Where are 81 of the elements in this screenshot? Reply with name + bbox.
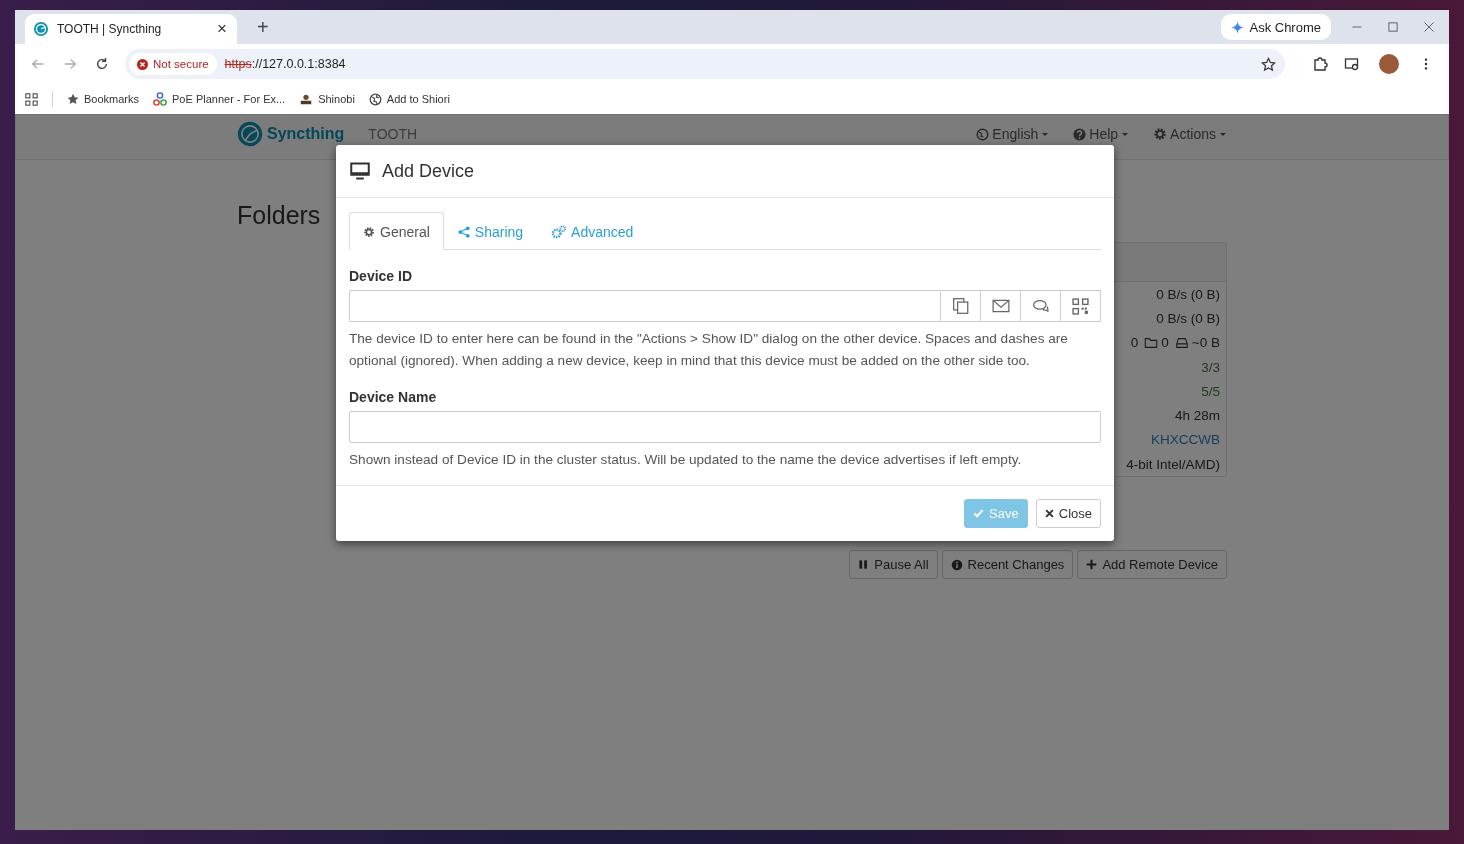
nodes-icon [153,92,168,106]
caret-icon [1121,130,1130,138]
qr-code-button[interactable] [1061,290,1101,322]
nav-menu[interactable]: Actions [1153,126,1227,142]
folder-count: 0 [1161,335,1169,351]
apps-grid-icon [25,92,38,106]
field-label: Device Name [349,389,438,405]
tab-title: TOOTH | Syncthing [57,22,163,36]
gears-icon [551,224,567,240]
tab-close-button[interactable]: × [215,19,229,39]
not-secure-chip[interactable]: Not secure [129,53,217,75]
copy-icon [951,297,970,315]
dialog-tab[interactable]: General [349,212,444,250]
field-label: Device ID [349,268,414,284]
folder-icon [1144,335,1159,350]
status-value: 0 B/s (0 B) [1156,286,1220,302]
dialog-title: Add Device [382,160,475,182]
device-name: TOOTH [368,126,418,142]
forward-arrow-icon [63,57,77,71]
caret-icon [1041,130,1050,138]
bookmark-item[interactable]: PoE Planner - For Ex... [153,92,286,106]
syncthing-logo-icon [33,21,49,37]
silhouette-icon [299,92,314,106]
ask-chrome-button[interactable]: Ask Chrome [1221,14,1331,40]
help-text: The device ID to enter here can be found in the "Actions > Show ID" dialog on the other device. Spaces and dashes are optional (ignored). When adding a new device, keep in mind that this device must be added on the other side too. [349,330,1069,370]
globe-icon [976,127,990,141]
puzzle-icon [1312,56,1328,72]
bookmark-item[interactable]: Shinobi [299,92,355,106]
globe-icon [368,92,382,106]
file-count: 0 [1130,335,1139,351]
address-bar[interactable]: Not secure https://127.0.0.1:8384 [125,49,1285,79]
share-icon [457,226,470,238]
chat-button[interactable] [1021,290,1061,322]
nav-menu[interactable]: English [976,126,1050,142]
close-icon [1423,21,1435,33]
browser-tab[interactable]: TOOTH | Syncthing × [25,14,237,44]
question-icon [1073,127,1087,141]
check-icon [973,507,985,519]
device-action-button[interactable]: Pause All [849,550,938,580]
syncthing-logo-icon [237,121,263,147]
gear-icon [1153,127,1168,141]
close-button[interactable]: Close [1035,498,1101,528]
email-button[interactable] [981,290,1021,322]
caret-icon [1219,130,1227,138]
sparkle-icon [1231,20,1245,34]
nav-menu[interactable]: Help [1073,126,1130,142]
x-icon [1044,508,1054,518]
new-tab-button[interactable]: + [251,15,275,40]
maximize-icon [1387,21,1399,33]
bookmark-item[interactable]: Add to Shiori [368,92,450,106]
help-text: Shown instead of Device ID in the cluster status. Will be updated to the name the device advertises if left empty. [349,451,1023,469]
plus-icon [1086,559,1098,571]
copy-button[interactable] [941,290,981,322]
pause-icon [858,559,870,571]
chat-bubbles-icon [1031,297,1050,315]
gear-icon [363,226,375,238]
info-icon [950,558,963,571]
url-text: https://127.0.0.1:8384 [224,57,347,71]
device-id-input[interactable] [349,290,941,322]
device-action-button[interactable]: Recent Changes [941,550,1074,580]
envelope-icon [991,297,1010,315]
back-arrow-icon [31,57,45,71]
status-value: 5/5 [1201,383,1220,399]
status-value: 0 B/s (0 B) [1156,310,1220,326]
status-value: 3/3 [1201,359,1220,375]
star-icon [1260,56,1276,72]
status-value: 4h 28m [1174,408,1220,424]
screen-search-icon [1344,56,1360,72]
bookmark-item[interactable]: Bookmarks [67,93,140,105]
error-icon [137,58,148,70]
drive-icon [1174,335,1189,350]
qr-code-icon [1072,297,1089,315]
monitor-icon [350,161,370,181]
folders-heading: Folders [237,201,321,230]
status-value: 4-bit Intel/AMD) [1126,456,1220,472]
size-value: ~0 B [1191,335,1220,351]
device-name-input[interactable] [349,411,1101,443]
device-action-button[interactable]: Add Remote Device [1077,550,1227,580]
reload-icon [95,57,109,71]
profile-avatar[interactable] [1379,54,1399,74]
star-icon [67,93,79,105]
